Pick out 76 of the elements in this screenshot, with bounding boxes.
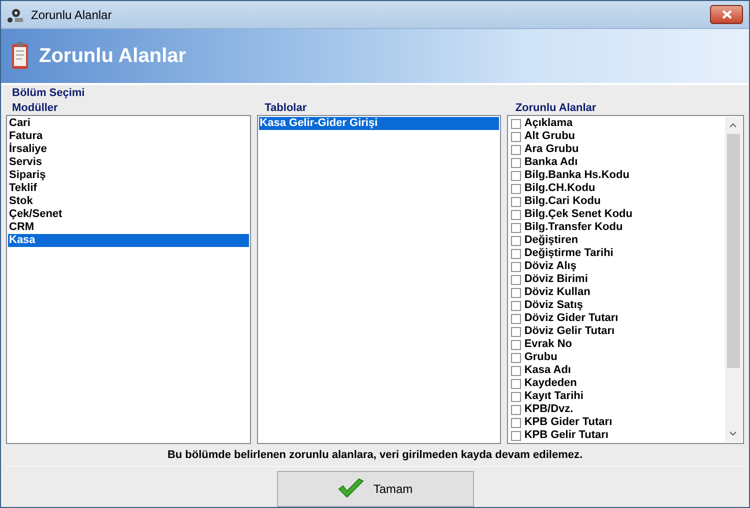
group-title: Tablolar [264,102,308,115]
scroll-down-icon[interactable] [729,431,738,436]
checkbox[interactable] [511,366,522,376]
checkbox[interactable] [511,196,522,206]
scrollbar[interactable] [724,117,742,442]
module-item[interactable]: Stok [8,195,249,208]
checkbox[interactable] [511,300,522,310]
checkbox[interactable] [511,170,522,180]
module-item[interactable]: İrsaliye [8,143,249,156]
module-item[interactable]: Cari [8,117,249,130]
field-label: Değiştiren [524,234,578,247]
module-item[interactable]: Sipariş [8,169,249,182]
field-label: Bilg.Transfer Kodu [524,221,623,234]
field-label: Bilg.Banka Hs.Kodu [524,169,630,182]
field-label: Kasa Adı [524,364,571,377]
module-item[interactable]: Servis [8,156,249,169]
module-item[interactable]: Fatura [8,130,249,143]
ok-button[interactable]: Tamam [276,471,474,507]
checkbox[interactable] [511,248,522,258]
field-label: Evrak No [524,338,572,351]
field-label: Döviz Gider Tutarı [524,312,618,325]
checkbox[interactable] [511,210,522,220]
checkbox[interactable] [511,314,522,324]
field-label: Bilg.Cari Kodu [524,195,601,208]
field-label: Banka Adı [524,156,578,169]
section-title: Bölüm Seçimi [11,87,86,100]
field-label: Değiştirme Tarihi [524,247,614,260]
field-label: Döviz Satış [524,299,583,312]
checkbox[interactable] [511,236,522,246]
group-title: Modüller [11,102,59,115]
info-message: Bu bölümde belirlenen zorunlu alanlara, veri girilmeden kayda devam edilemez. [166,449,584,461]
checkbox[interactable] [511,352,522,362]
field-label: Grubu [524,351,558,364]
field-label: KPB Gelir Tutarı [524,429,608,442]
checkbox[interactable] [511,418,522,428]
module-item[interactable]: Çek/Senet [8,208,249,221]
checkbox[interactable] [511,144,522,154]
checkbox[interactable] [511,132,522,142]
field-label: Bilg.Çek Senet Kodu [524,208,632,221]
checkbox[interactable] [511,378,522,388]
module-item[interactable]: Teklif [8,182,249,195]
field-label: Açıklama [524,117,573,130]
field-label: Döviz Gelir Tutarı [524,325,615,338]
checkbox[interactable] [511,118,522,128]
field-label: Bilg.CH.Kodu [524,182,596,195]
checkbox[interactable] [511,288,522,298]
field-label: Kaydeden [524,377,577,390]
field-label: KPB/Dvz. [524,403,574,416]
module-item[interactable]: CRM [8,221,249,234]
checkbox[interactable] [511,222,522,232]
clipboard-icon [11,41,31,71]
checkbox[interactable] [511,262,522,272]
header-title: Zorunlu Alanlar [39,44,186,68]
field-label: Ara Grubu [524,143,579,156]
checkbox[interactable] [511,274,522,284]
checkbox[interactable] [511,340,522,350]
checkbox[interactable] [511,392,522,402]
checkbox[interactable] [511,158,522,168]
close-button[interactable] [710,5,743,24]
checkmark-icon [337,478,366,500]
checkbox[interactable] [511,430,522,440]
group-title: Zorunlu Alanlar [514,102,598,115]
field-label: Kayıt Tarihi [524,390,584,403]
field-label: KPB Gider Tutarı [524,416,612,429]
table-item[interactable]: Kasa Gelir-Gider Girişi [258,117,500,130]
field-label: Alt Grubu [524,130,576,143]
checkbox[interactable] [511,326,522,336]
checkbox[interactable] [511,404,522,414]
close-icon [722,10,732,19]
field-label: Döviz Kullan [524,286,590,299]
scroll-up-icon[interactable] [729,123,738,128]
field-label: Döviz Birimi [524,273,588,286]
checkbox[interactable] [511,184,522,194]
window-title: Zorunlu Alanlar [31,8,113,22]
field-label: Döviz Alış [524,260,576,273]
module-item[interactable]: Kasa [8,234,249,247]
